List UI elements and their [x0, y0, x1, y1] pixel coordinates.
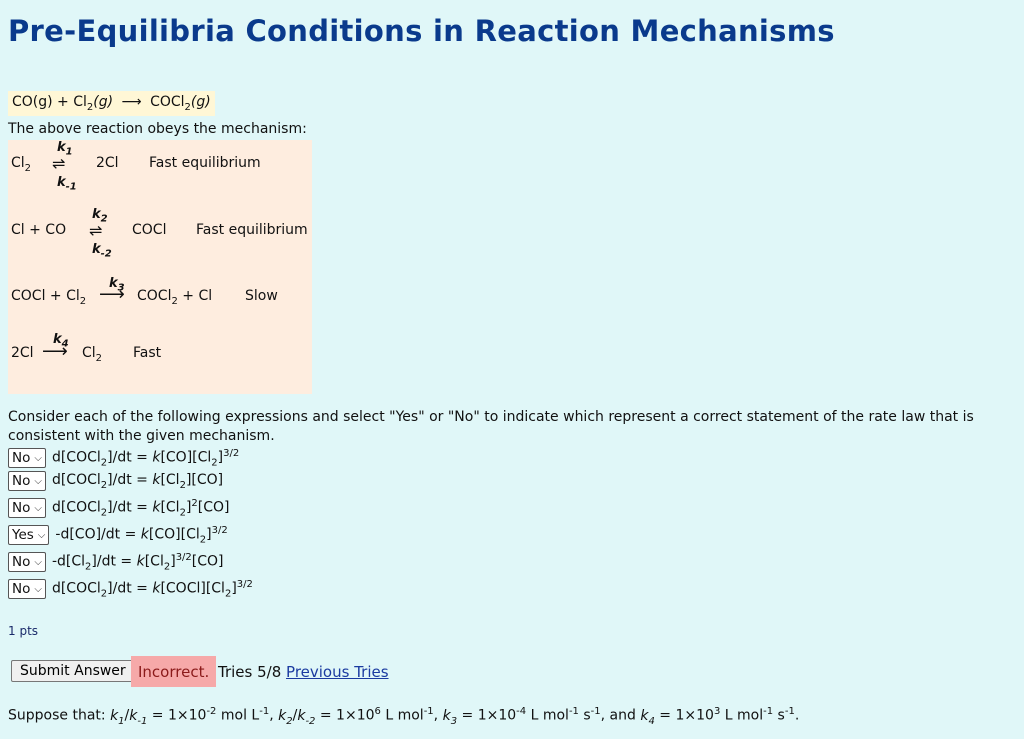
- chevron-down-icon: ⌵: [34, 452, 42, 464]
- step1-products: 2Cl: [96, 155, 119, 171]
- previous-tries-link[interactable]: Previous Tries: [286, 663, 389, 681]
- step2-products: COCl: [132, 222, 167, 238]
- expression-row: Yes ⌵ -d[CO]/dt = k[CO][Cl2]3/2: [8, 524, 228, 546]
- step3-note: Slow: [245, 288, 278, 304]
- step1-note: Fast equilibrium: [149, 155, 261, 171]
- reaction-rhs-tail: (g): [190, 94, 211, 110]
- answer-select[interactable]: No ⌵: [8, 471, 46, 491]
- equilibrium-arrow-icon: ⇌: [52, 154, 66, 173]
- step2-reactants: Cl + CO: [11, 222, 67, 238]
- reaction-rhs: COCl: [150, 94, 185, 110]
- step1-reactants: Cl2: [11, 155, 32, 174]
- step2-note: Fast equilibrium: [196, 222, 308, 238]
- points-label: 1 pts: [8, 624, 39, 638]
- rate-expression: d[COCl2]/dt = k[Cl2]2[CO]: [51, 497, 230, 519]
- overall-reaction: CO(g) + Cl2(g) ⟶ COCl2(g): [8, 91, 215, 116]
- step2-k-reverse: k-2: [92, 242, 112, 260]
- expression-row: No ⌵ -d[Cl2]/dt = k[Cl2]3/2[CO]: [8, 551, 224, 573]
- suppose-statement: Suppose that: k1/k-1 = 1×10-2 mol L-1, k…: [8, 706, 800, 727]
- tries-info: Tries 5/8 Previous Tries: [218, 663, 389, 681]
- step4-note: Fast: [133, 345, 162, 361]
- chevron-down-icon: ⌵: [37, 529, 46, 541]
- step4-reactants: 2Cl: [11, 345, 34, 361]
- rate-expression: -d[CO]/dt = k[CO][Cl2]3/2: [55, 524, 228, 546]
- chevron-down-icon: ⌵: [34, 556, 42, 568]
- equilibrium-arrow-icon: ⇌: [89, 221, 103, 240]
- page-title: Pre-Equilibria Conditions in Reaction Me…: [8, 14, 835, 48]
- submit-answer-button[interactable]: Submit Answer: [11, 660, 135, 682]
- status-badge: Incorrect.: [131, 656, 217, 687]
- step1-k-reverse: k-1: [57, 175, 77, 193]
- step3-products: COCl2 + Cl: [137, 288, 213, 307]
- expression-row: No ⌵ d[COCl2]/dt = k[CO][Cl2]3/2: [8, 447, 239, 469]
- chevron-down-icon: ⌵: [34, 475, 42, 487]
- forward-arrow-icon: ⟶: [42, 341, 68, 362]
- rate-expression: d[COCl2]/dt = k[CO][Cl2]3/2: [51, 447, 240, 469]
- chevron-down-icon: ⌵: [34, 502, 42, 514]
- expression-row: No ⌵ d[COCl2]/dt = k[Cl2]2[CO]: [8, 497, 230, 519]
- chevron-down-icon: ⌵: [34, 583, 42, 595]
- step3-reactants: COCl + Cl2: [11, 288, 87, 307]
- tries-count: Tries 5/8: [218, 663, 282, 681]
- rate-expression: d[COCl2]/dt = k[COCl][Cl2]3/2: [51, 578, 253, 600]
- reaction-lhs-tail: (g): [93, 94, 114, 110]
- answer-select[interactable]: No ⌵: [8, 448, 46, 468]
- rate-expression: d[COCl2]/dt = k[Cl2][CO]: [51, 471, 224, 491]
- reaction-lhs: CO(g) + Cl: [12, 94, 87, 110]
- suppose-prefix: Suppose that:: [8, 707, 111, 724]
- answer-select[interactable]: Yes ⌵: [8, 525, 50, 545]
- rate-expression: -d[Cl2]/dt = k[Cl2]3/2[CO]: [51, 551, 224, 573]
- step4-products: Cl2: [82, 345, 103, 364]
- mechanism-panel: Cl2 k1 ⇌ k-1 2Cl Fast equilibrium Cl + C…: [8, 140, 312, 394]
- answer-select[interactable]: No ⌵: [8, 552, 46, 572]
- answer-select[interactable]: No ⌵: [8, 579, 46, 599]
- reaction-arrow: ⟶: [121, 94, 142, 110]
- mechanism-intro: The above reaction obeys the mechanism:: [8, 121, 307, 137]
- forward-arrow-icon: ⟶: [99, 284, 125, 305]
- answer-select[interactable]: No ⌵: [8, 498, 46, 518]
- expression-row: No ⌵ d[COCl2]/dt = k[COCl][Cl2]3/2: [8, 578, 253, 600]
- expression-row: No ⌵ d[COCl2]/dt = k[Cl2][CO]: [8, 470, 223, 492]
- question-text: Consider each of the following expressio…: [8, 409, 974, 444]
